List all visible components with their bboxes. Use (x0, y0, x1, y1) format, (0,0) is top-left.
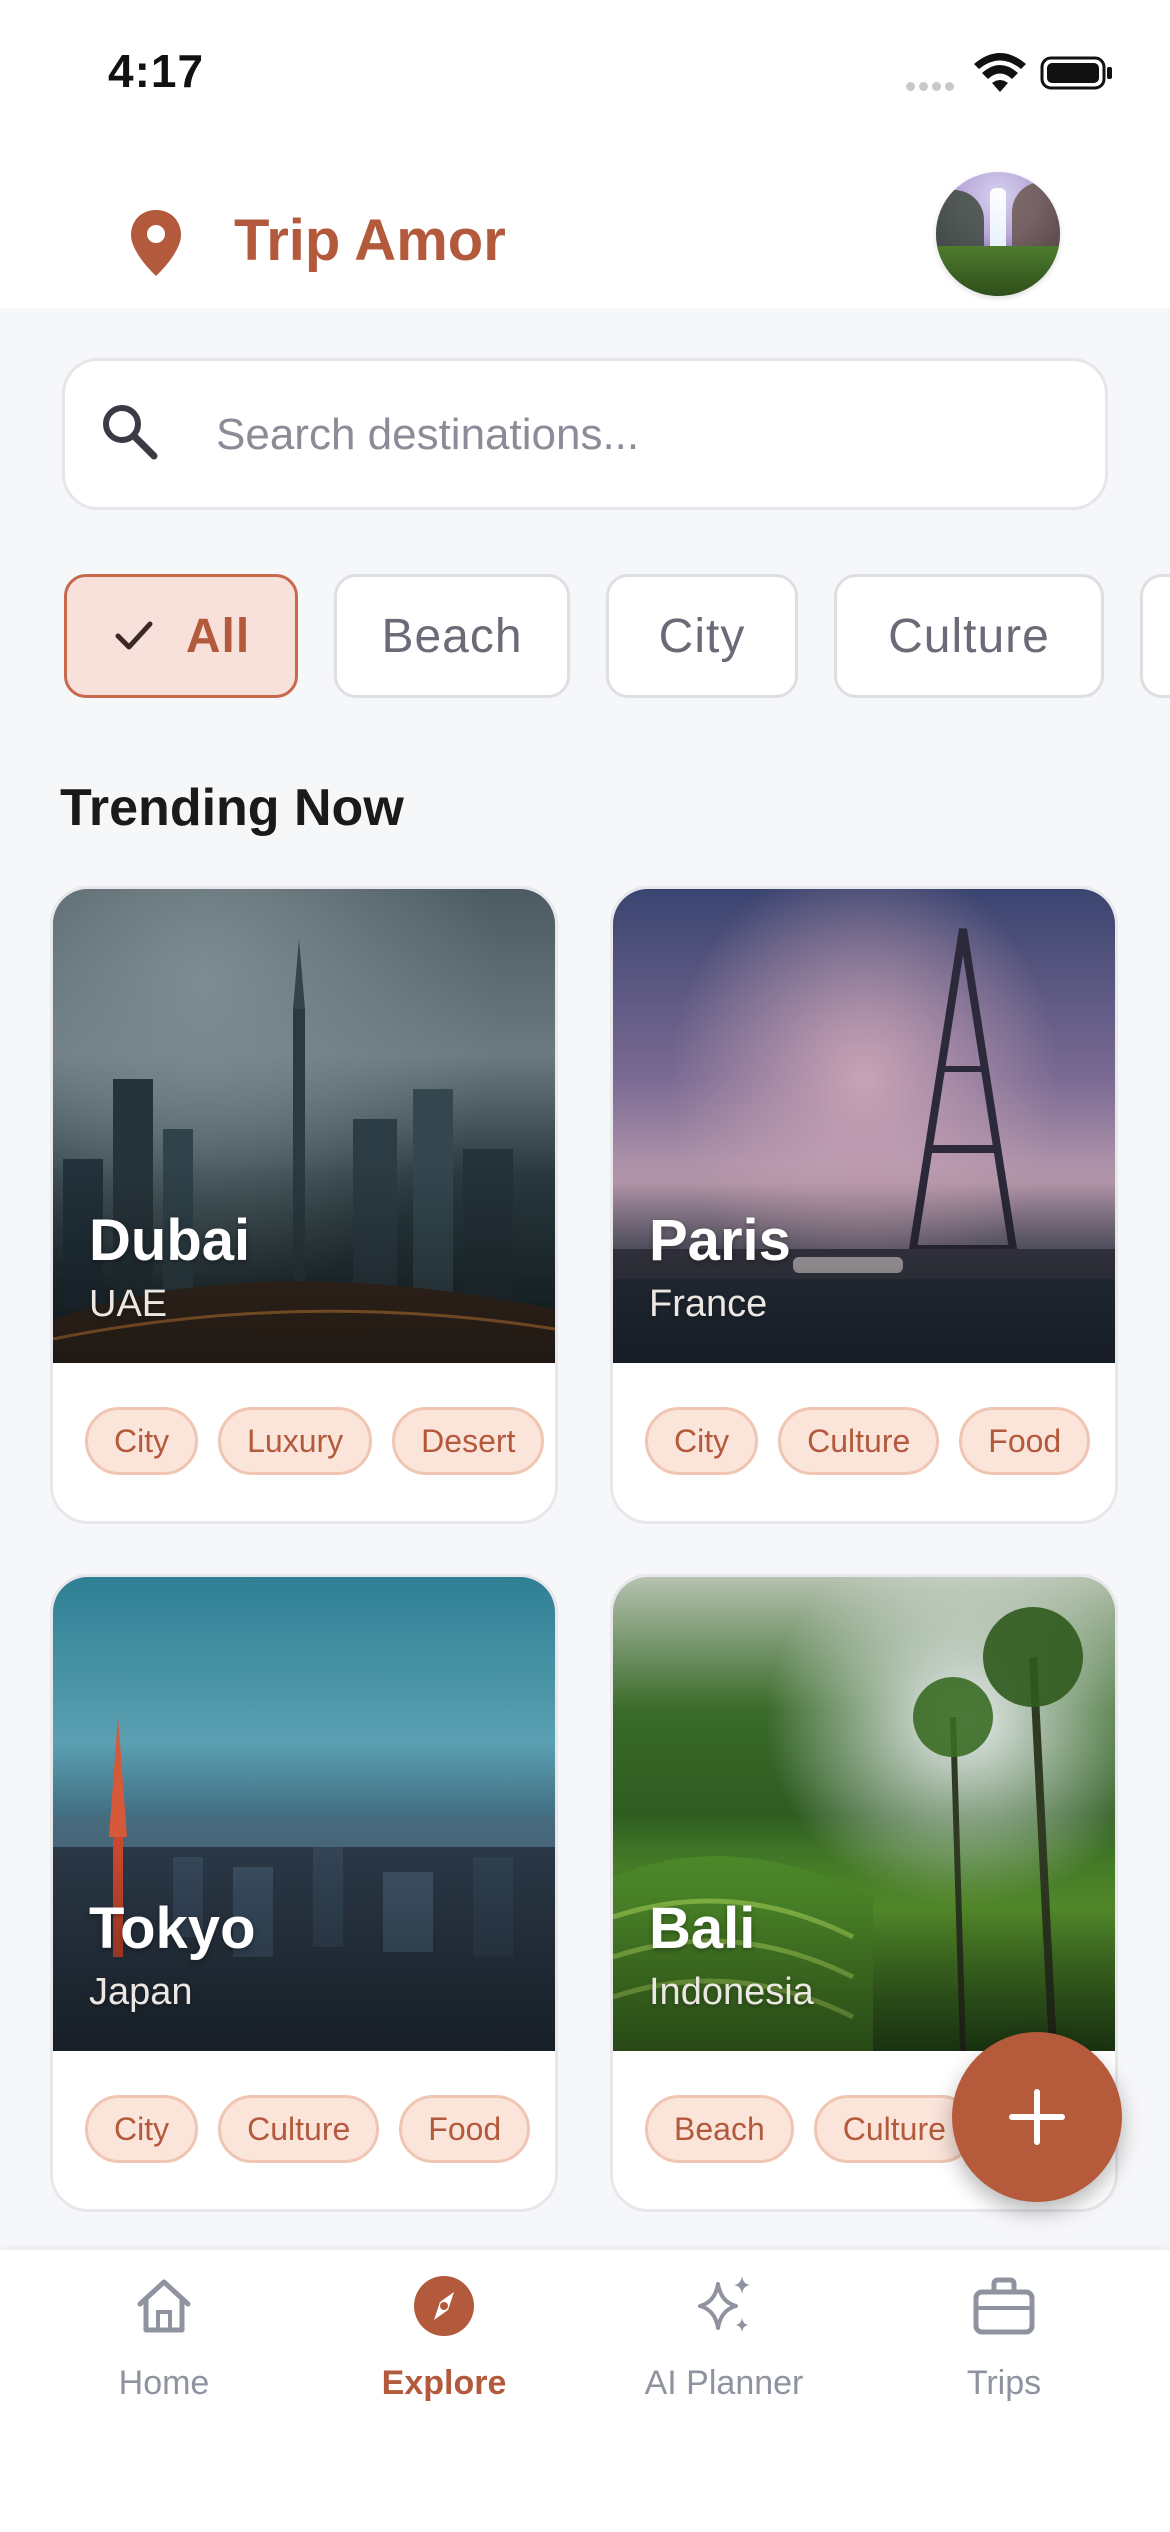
nav-item-trips[interactable]: Trips (874, 2270, 1134, 2430)
plus-icon (1009, 2089, 1065, 2145)
battery-icon (1040, 56, 1112, 90)
tag: City (85, 1407, 199, 1475)
signal-icon (906, 78, 960, 91)
filter-chip-beach[interactable]: Beach (334, 574, 570, 698)
search-input[interactable] (214, 394, 1078, 476)
tag: Culture (218, 2095, 380, 2163)
check-icon (115, 621, 153, 650)
tag-list: City Culture Food (85, 2095, 531, 2169)
filter-chip-all[interactable]: All (64, 574, 298, 698)
nav-label: Home (118, 2364, 210, 2402)
filter-chip-label: Beach (381, 609, 523, 663)
tag: Food (959, 1407, 1091, 1475)
nav-item-ai-planner[interactable]: AI Planner (594, 2270, 854, 2430)
tag: Food (399, 2095, 531, 2163)
filter-chip-more[interactable] (1140, 574, 1170, 698)
filter-chip-city[interactable]: City (606, 574, 798, 698)
compass-icon (414, 2276, 474, 2336)
home-icon (137, 2279, 191, 2333)
location-pin-icon (131, 210, 181, 276)
tag: Culture (813, 2095, 975, 2163)
nav-label: Trips (966, 2364, 1042, 2402)
destination-country: Indonesia (649, 1971, 814, 2013)
tag: Desert (392, 1407, 545, 1475)
section-title: Trending Now (60, 779, 404, 837)
nav-label: AI Planner (644, 2364, 804, 2402)
tag: Culture (778, 1407, 940, 1475)
filter-chip-label: City (658, 609, 746, 663)
app-title: Trip Amor (234, 208, 506, 273)
avatar[interactable] (936, 172, 1060, 296)
destination-card-tokyo[interactable]: Tokyo Japan City Culture Food (50, 1574, 558, 2212)
tag: City (85, 2095, 199, 2163)
sparkles-icon (698, 2276, 750, 2332)
tag: Luxury (218, 1407, 373, 1475)
destination-country: France (649, 1283, 768, 1325)
add-button[interactable] (952, 2032, 1122, 2202)
nav-item-explore[interactable]: Explore (314, 2270, 574, 2430)
wifi-icon (974, 53, 1026, 92)
destination-name: Dubai (89, 1208, 251, 1273)
tag-list: City Luxury Desert (85, 1407, 545, 1481)
destination-name: Tokyo (89, 1896, 256, 1961)
status-time: 4:17 (108, 45, 205, 97)
tag: Beach (645, 2095, 794, 2163)
destination-card-dubai[interactable]: Dubai UAE City Luxury Desert (50, 886, 558, 1524)
tag-list: City Culture Food (645, 1407, 1091, 1481)
filter-chip-label: Culture (888, 609, 1050, 663)
destination-country: UAE (89, 1283, 168, 1325)
destination-name: Bali (649, 1896, 756, 1961)
filter-chip-label: All (185, 609, 251, 663)
destination-name: Paris (649, 1208, 791, 1273)
search-icon (103, 405, 158, 460)
tag: City (645, 1407, 759, 1475)
briefcase-icon (973, 2277, 1035, 2335)
filter-chip-culture[interactable]: Culture (834, 574, 1104, 698)
tag-list: Beach Culture (645, 2095, 975, 2169)
destination-card-paris[interactable]: Paris France City Culture Food (610, 886, 1118, 1524)
nav-item-home[interactable]: Home (34, 2270, 294, 2430)
nav-label: Explore (381, 2364, 507, 2402)
destination-country: Japan (89, 1971, 193, 2013)
